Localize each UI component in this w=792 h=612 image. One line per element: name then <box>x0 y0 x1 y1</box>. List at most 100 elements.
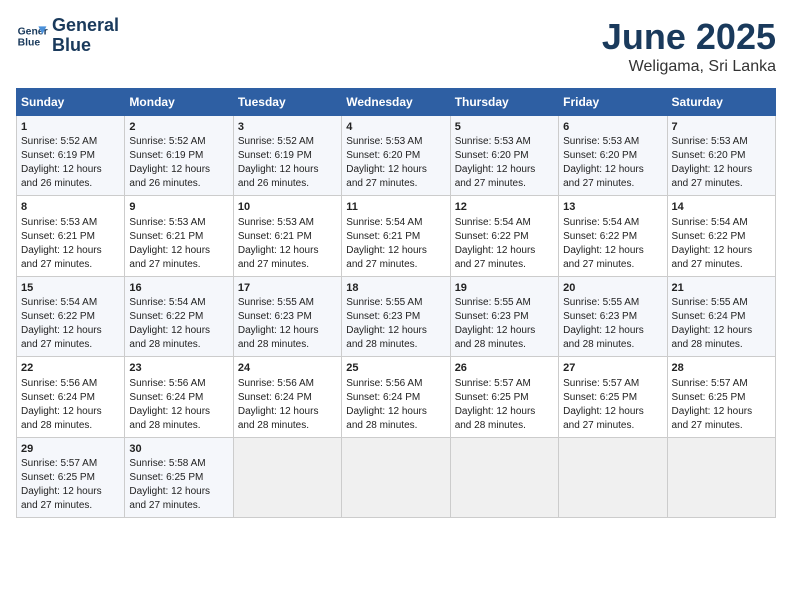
day-cell <box>559 437 667 517</box>
day-details: Sunrise: 5:57 AM Sunset: 6:25 PM Dayligh… <box>21 457 120 513</box>
day-details: Sunrise: 5:54 AM Sunset: 6:22 PM Dayligh… <box>455 216 554 272</box>
logo-text: General Blue <box>52 16 119 56</box>
day-cell: 20Sunrise: 5:55 AM Sunset: 6:23 PM Dayli… <box>559 276 667 356</box>
day-number: 17 <box>238 281 337 296</box>
logo-icon: General Blue <box>16 20 48 52</box>
day-cell: 16Sunrise: 5:54 AM Sunset: 6:22 PM Dayli… <box>125 276 233 356</box>
day-details: Sunrise: 5:56 AM Sunset: 6:24 PM Dayligh… <box>238 377 337 433</box>
day-number: 13 <box>563 200 662 215</box>
day-details: Sunrise: 5:55 AM Sunset: 6:24 PM Dayligh… <box>672 296 771 352</box>
col-header-tuesday: Tuesday <box>233 89 341 116</box>
logo: General Blue General Blue <box>16 16 119 56</box>
day-details: Sunrise: 5:52 AM Sunset: 6:19 PM Dayligh… <box>21 135 120 191</box>
col-header-wednesday: Wednesday <box>342 89 450 116</box>
day-number: 12 <box>455 200 554 215</box>
week-row-2: 8Sunrise: 5:53 AM Sunset: 6:21 PM Daylig… <box>17 196 776 276</box>
day-cell <box>233 437 341 517</box>
week-row-5: 29Sunrise: 5:57 AM Sunset: 6:25 PM Dayli… <box>17 437 776 517</box>
day-cell: 7Sunrise: 5:53 AM Sunset: 6:20 PM Daylig… <box>667 116 775 196</box>
col-header-monday: Monday <box>125 89 233 116</box>
day-cell <box>342 437 450 517</box>
week-row-3: 15 Sunrise: 5:54 AM Sunset: 6:22 PM Dayli… <box>17 276 776 356</box>
day-cell: 15Sunrise: 5:54 AM Sunset: 6:22 PM Dayli… <box>17 276 125 356</box>
day-details: Sunrise: 5:54 AM Sunset: 6:22 PM Dayligh… <box>129 296 228 352</box>
day-details: Sunrise: 5:56 AM Sunset: 6:24 PM Dayligh… <box>129 377 228 433</box>
day-cell: 28Sunrise: 5:57 AM Sunset: 6:25 PM Dayli… <box>667 357 775 437</box>
day-cell: 13Sunrise: 5:54 AM Sunset: 6:22 PM Dayli… <box>559 196 667 276</box>
svg-text:Blue: Blue <box>18 37 41 48</box>
day-cell: 6Sunrise: 5:53 AM Sunset: 6:20 PM Daylig… <box>559 116 667 196</box>
day-number: 7 <box>672 120 771 135</box>
calendar-table: SundayMondayTuesdayWednesdayThursdayFrid… <box>16 88 776 518</box>
day-number: 24 <box>238 361 337 376</box>
day-details: Sunrise: 5:55 AM Sunset: 6:23 PM Dayligh… <box>238 296 337 352</box>
day-cell: 10Sunrise: 5:53 AM Sunset: 6:21 PM Dayli… <box>233 196 341 276</box>
title-area: June 2025 Weligama, Sri Lanka <box>602 16 776 76</box>
day-details: Sunrise: 5:53 AM Sunset: 6:21 PM Dayligh… <box>238 216 337 272</box>
day-details: Sunrise: 5:54 AM Sunset: 6:22 PM Dayligh… <box>672 216 771 272</box>
day-cell: 2Sunrise: 5:52 AM Sunset: 6:19 PM Daylig… <box>125 116 233 196</box>
day-cell: 26Sunrise: 5:57 AM Sunset: 6:25 PM Dayli… <box>450 357 558 437</box>
col-header-sunday: Sunday <box>17 89 125 116</box>
day-cell: 11Sunrise: 5:54 AM Sunset: 6:21 PM Dayli… <box>342 196 450 276</box>
day-number: 30 <box>129 442 228 457</box>
day-details: Sunrise: 5:58 AM Sunset: 6:25 PM Dayligh… <box>129 457 228 513</box>
day-cell: 3Sunrise: 5:52 AM Sunset: 6:19 PM Daylig… <box>233 116 341 196</box>
day-details: Sunrise: 5:53 AM Sunset: 6:20 PM Dayligh… <box>672 135 771 191</box>
week-row-1: 1Sunrise: 5:52 AM Sunset: 6:19 PM Daylig… <box>17 116 776 196</box>
day-number: 16 <box>129 281 228 296</box>
day-number: 10 <box>238 200 337 215</box>
day-number: 3 <box>238 120 337 135</box>
day-details: Sunrise: 5:55 AM Sunset: 6:23 PM Dayligh… <box>455 296 554 352</box>
day-cell: 8Sunrise: 5:53 AM Sunset: 6:21 PM Daylig… <box>17 196 125 276</box>
day-number: 15 <box>21 281 120 296</box>
day-details: Sunrise: 5:56 AM Sunset: 6:24 PM Dayligh… <box>21 377 120 433</box>
day-cell: 1Sunrise: 5:52 AM Sunset: 6:19 PM Daylig… <box>17 116 125 196</box>
day-details: Sunrise: 5:54 AM Sunset: 6:22 PM Dayligh… <box>563 216 662 272</box>
day-cell: 30Sunrise: 5:58 AM Sunset: 6:25 PM Dayli… <box>125 437 233 517</box>
day-details: Sunrise: 5:56 AM Sunset: 6:24 PM Dayligh… <box>346 377 445 433</box>
day-details: Sunrise: 5:57 AM Sunset: 6:25 PM Dayligh… <box>563 377 662 433</box>
day-number: 14 <box>672 200 771 215</box>
day-details: Sunrise: 5:53 AM Sunset: 6:20 PM Dayligh… <box>455 135 554 191</box>
day-number: 11 <box>346 200 445 215</box>
day-cell: 14Sunrise: 5:54 AM Sunset: 6:22 PM Dayli… <box>667 196 775 276</box>
day-cell <box>667 437 775 517</box>
day-number: 22 <box>21 361 120 376</box>
col-header-thursday: Thursday <box>450 89 558 116</box>
day-details: Sunrise: 5:52 AM Sunset: 6:19 PM Dayligh… <box>129 135 228 191</box>
day-number: 4 <box>346 120 445 135</box>
day-cell <box>450 437 558 517</box>
day-cell: 23Sunrise: 5:56 AM Sunset: 6:24 PM Dayli… <box>125 357 233 437</box>
day-cell: 27Sunrise: 5:57 AM Sunset: 6:25 PM Dayli… <box>559 357 667 437</box>
day-details: Sunrise: 5:57 AM Sunset: 6:25 PM Dayligh… <box>672 377 771 433</box>
day-number: 8 <box>21 200 120 215</box>
day-details: Sunrise: 5:52 AM Sunset: 6:19 PM Dayligh… <box>238 135 337 191</box>
day-number: 18 <box>346 281 445 296</box>
day-details: Sunrise: 5:55 AM Sunset: 6:23 PM Dayligh… <box>563 296 662 352</box>
day-number: 28 <box>672 361 771 376</box>
day-cell: 19Sunrise: 5:55 AM Sunset: 6:23 PM Dayli… <box>450 276 558 356</box>
header: General Blue General Blue June 2025 Weli… <box>16 16 776 76</box>
day-cell: 24Sunrise: 5:56 AM Sunset: 6:24 PM Dayli… <box>233 357 341 437</box>
day-cell: 17Sunrise: 5:55 AM Sunset: 6:23 PM Dayli… <box>233 276 341 356</box>
day-number: 9 <box>129 200 228 215</box>
day-number: 25 <box>346 361 445 376</box>
day-details: Sunrise: 5:55 AM Sunset: 6:23 PM Dayligh… <box>346 296 445 352</box>
col-header-saturday: Saturday <box>667 89 775 116</box>
day-details: Sunrise: 5:53 AM Sunset: 6:21 PM Dayligh… <box>21 216 120 272</box>
subtitle: Weligama, Sri Lanka <box>602 58 776 76</box>
day-cell: 4Sunrise: 5:53 AM Sunset: 6:20 PM Daylig… <box>342 116 450 196</box>
day-cell: 9Sunrise: 5:53 AM Sunset: 6:21 PM Daylig… <box>125 196 233 276</box>
day-number: 2 <box>129 120 228 135</box>
day-number: 6 <box>563 120 662 135</box>
day-cell: 21Sunrise: 5:55 AM Sunset: 6:24 PM Dayli… <box>667 276 775 356</box>
day-number: 5 <box>455 120 554 135</box>
day-details: Sunrise: 5:53 AM Sunset: 6:20 PM Dayligh… <box>563 135 662 191</box>
day-details: Sunrise: 5:57 AM Sunset: 6:25 PM Dayligh… <box>455 377 554 433</box>
day-details: Sunrise: 5:53 AM Sunset: 6:20 PM Dayligh… <box>346 135 445 191</box>
week-row-4: 22Sunrise: 5:56 AM Sunset: 6:24 PM Dayli… <box>17 357 776 437</box>
day-cell: 22Sunrise: 5:56 AM Sunset: 6:24 PM Dayli… <box>17 357 125 437</box>
day-cell: 12Sunrise: 5:54 AM Sunset: 6:22 PM Dayli… <box>450 196 558 276</box>
header-row: SundayMondayTuesdayWednesdayThursdayFrid… <box>17 89 776 116</box>
